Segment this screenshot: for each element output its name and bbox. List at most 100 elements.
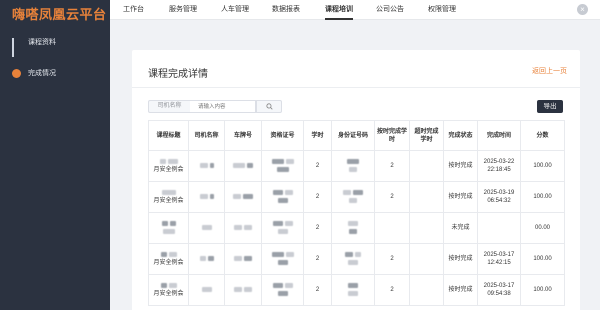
course-title-cell bbox=[148, 212, 189, 244]
course-title-text: 月安全例会 bbox=[153, 291, 184, 298]
cert-cell bbox=[261, 150, 304, 182]
score-cell: 100.00 bbox=[520, 150, 565, 182]
search-label: 司机名称 bbox=[148, 100, 190, 113]
driver-name-cell bbox=[188, 150, 225, 182]
sidebar-item-completion[interactable]: 完成情况 bbox=[0, 62, 110, 84]
cert-cell bbox=[261, 274, 304, 306]
table-row: 月安全例会 2 2 按时完成 2025-03-17 09:54:38 100.0… bbox=[148, 274, 565, 306]
plate-cell bbox=[224, 212, 262, 244]
tab-workbench[interactable]: 工作台 bbox=[123, 0, 144, 20]
sidebar-item-course-materials[interactable]: 课程资料 bbox=[0, 31, 110, 57]
sidebar-item-label: 课程资料 bbox=[28, 39, 56, 46]
driver-name-cell bbox=[188, 274, 225, 306]
column-header: 课程标题 bbox=[148, 120, 189, 151]
export-button[interactable]: 导出 bbox=[537, 100, 563, 113]
completion-table: 课程标题 司机名称 车牌号 资格证号 学时 身份证号码 按时完成学时 超时完成学… bbox=[148, 120, 565, 306]
circle-icon bbox=[12, 68, 21, 78]
cert-cell bbox=[261, 212, 304, 244]
table-row: 月安全例会 2 2 按时完成 2025-03-22 22:18:45 100.0… bbox=[148, 150, 565, 182]
time-cell bbox=[477, 212, 521, 244]
search-icon bbox=[265, 103, 273, 110]
time-cell: 2025-03-22 22:18:45 bbox=[477, 150, 521, 182]
back-link[interactable]: 返回上一页 bbox=[532, 66, 567, 76]
table-row: 2 未完成 00.00 bbox=[148, 212, 565, 244]
id-number-cell bbox=[331, 212, 375, 244]
time-cell: 2025-03-19 06:54:32 bbox=[477, 181, 521, 213]
course-title-text: 月安全例会 bbox=[153, 198, 184, 205]
overtime-hours-cell bbox=[409, 181, 444, 213]
id-number-cell bbox=[331, 181, 375, 213]
ontime-hours-cell: 2 bbox=[374, 274, 410, 306]
table-row: 月安全例会 2 2 按时完成 2025-03-19 06:54:32 100.0… bbox=[148, 181, 565, 213]
score-cell: 100.00 bbox=[520, 181, 565, 213]
status-cell: 按时完成 bbox=[443, 181, 478, 213]
score-cell: 100.00 bbox=[520, 274, 565, 306]
column-header: 学时 bbox=[303, 120, 332, 151]
ontime-hours-cell: 2 bbox=[374, 150, 410, 182]
column-header: 资格证号 bbox=[261, 120, 304, 151]
table-row: 月安全例会 2 2 按时完成 2025-03-17 12:42:15 100.0… bbox=[148, 243, 565, 275]
tab-service-management[interactable]: 服务管理 bbox=[169, 0, 197, 20]
score-cell: 00.00 bbox=[520, 212, 565, 244]
time-cell: 2025-03-17 12:42:15 bbox=[477, 243, 521, 275]
course-title-text: 月安全例会 bbox=[153, 167, 184, 174]
close-icon[interactable]: × bbox=[577, 4, 588, 15]
column-header: 完成时间 bbox=[477, 120, 521, 151]
column-header: 超时完成学时 bbox=[409, 120, 444, 151]
cert-cell bbox=[261, 181, 304, 213]
score-cell: 100.00 bbox=[520, 243, 565, 275]
course-title-cell: 月安全例会 bbox=[148, 181, 189, 213]
course-title-cell: 月安全例会 bbox=[148, 274, 189, 306]
column-header: 完成状态 bbox=[443, 120, 478, 151]
driver-name-cell bbox=[188, 243, 225, 275]
table-header-row: 课程标题 司机名称 车牌号 资格证号 学时 身份证号码 按时完成学时 超时完成学… bbox=[148, 120, 565, 151]
driver-name-cell bbox=[188, 181, 225, 213]
course-title-cell: 月安全例会 bbox=[148, 243, 189, 275]
top-nav: 工作台 服务管理 人车管理 数据报表 课程培训 公司公告 权限管理 × bbox=[110, 0, 600, 20]
column-header: 分数 bbox=[520, 120, 565, 151]
tab-people-vehicle-management[interactable]: 人车管理 bbox=[221, 0, 249, 20]
divider bbox=[132, 87, 580, 88]
id-number-cell bbox=[331, 243, 375, 275]
status-cell: 按时完成 bbox=[443, 274, 478, 306]
search-input[interactable] bbox=[190, 100, 256, 113]
column-header: 身份证号码 bbox=[331, 120, 375, 151]
tab-permission-management[interactable]: 权限管理 bbox=[428, 0, 456, 20]
bar-chart-icon bbox=[12, 37, 21, 57]
overtime-hours-cell bbox=[409, 243, 444, 275]
overtime-hours-cell bbox=[409, 274, 444, 306]
page-title: 课程完成详情 bbox=[148, 69, 208, 80]
hours-cell: 2 bbox=[303, 274, 332, 306]
plate-cell bbox=[224, 181, 262, 213]
ontime-hours-cell: 2 bbox=[374, 181, 410, 213]
status-cell: 按时完成 bbox=[443, 150, 478, 182]
sidebar: 嗨嗒凤凰云平台 课程资料 完成情况 bbox=[0, 0, 110, 310]
content-card: 课程完成详情 返回上一页 司机名称 导出 课程标题 司机名称 车牌号 资格证号 … bbox=[132, 50, 580, 310]
status-cell: 未完成 bbox=[443, 212, 478, 244]
overtime-hours-cell bbox=[409, 150, 444, 182]
cert-cell bbox=[261, 243, 304, 275]
driver-name-cell bbox=[188, 212, 225, 244]
plate-cell bbox=[224, 243, 262, 275]
hours-cell: 2 bbox=[303, 150, 332, 182]
app-logo: 嗨嗒凤凰云平台 bbox=[12, 6, 107, 22]
sidebar-item-label: 完成情况 bbox=[28, 70, 56, 77]
tab-course-training[interactable]: 课程培训 bbox=[325, 0, 353, 20]
column-header: 司机名称 bbox=[188, 120, 225, 151]
course-title-cell: 月安全例会 bbox=[148, 150, 189, 182]
search-button[interactable] bbox=[256, 100, 282, 113]
id-number-cell bbox=[331, 274, 375, 306]
id-number-cell bbox=[331, 150, 375, 182]
ontime-hours-cell bbox=[374, 212, 410, 244]
column-header: 车牌号 bbox=[224, 120, 262, 151]
time-cell: 2025-03-17 09:54:38 bbox=[477, 274, 521, 306]
hours-cell: 2 bbox=[303, 181, 332, 213]
course-title-text: 月安全例会 bbox=[153, 260, 184, 267]
tab-data-reports[interactable]: 数据报表 bbox=[272, 0, 300, 20]
tab-company-notices[interactable]: 公司公告 bbox=[376, 0, 404, 20]
column-header: 按时完成学时 bbox=[374, 120, 410, 151]
hours-cell: 2 bbox=[303, 212, 332, 244]
overtime-hours-cell bbox=[409, 212, 444, 244]
status-cell: 按时完成 bbox=[443, 243, 478, 275]
ontime-hours-cell: 2 bbox=[374, 243, 410, 275]
